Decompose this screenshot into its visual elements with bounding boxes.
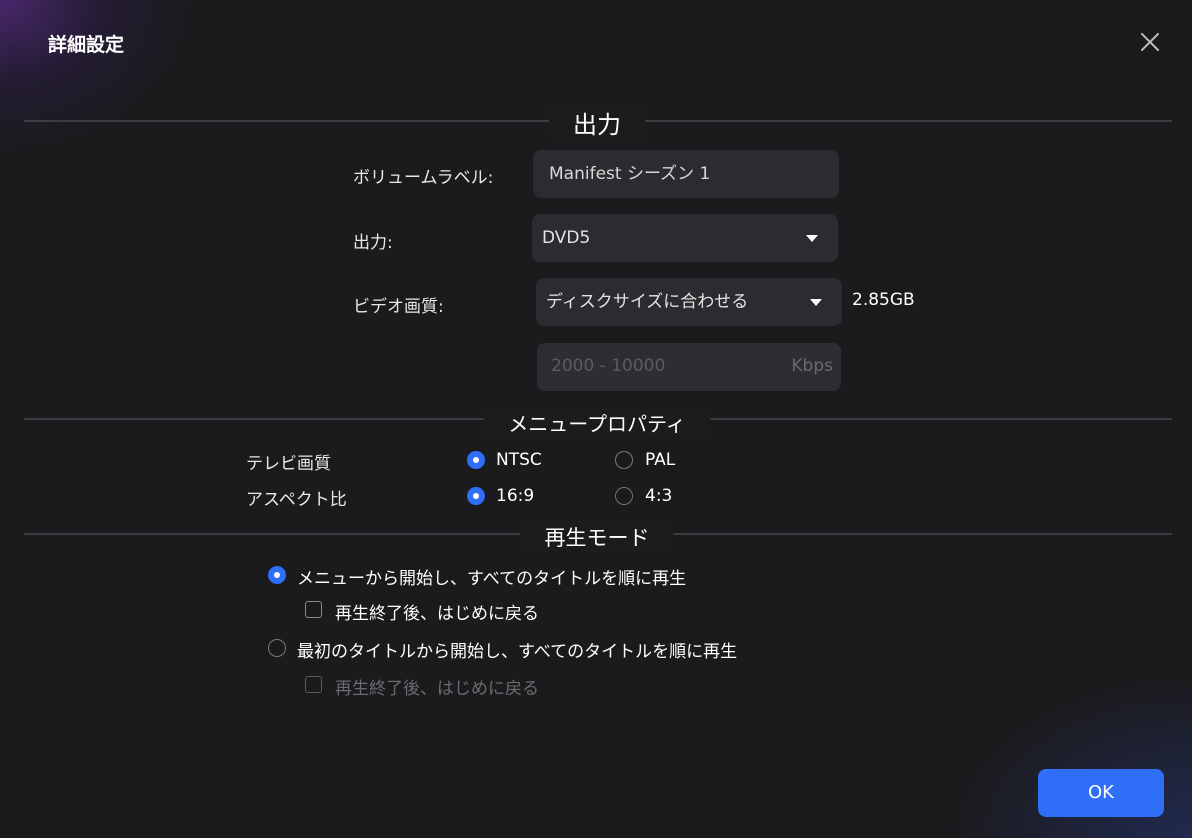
radio-16-9[interactable]: [467, 487, 485, 505]
radio-start-from-menu[interactable]: [268, 566, 286, 584]
radio-start-from-first-title[interactable]: [268, 639, 286, 657]
caret-down-icon: [810, 299, 822, 306]
video-quality-select[interactable]: ディスクサイズに合わせる: [536, 278, 842, 326]
radio-ntsc-label: NTSC: [496, 450, 542, 470]
radio-pal-label: PAL: [645, 450, 676, 470]
radio-ntsc[interactable]: [467, 451, 485, 469]
checkbox-return-to-start-2-label: 再生終了後、はじめに戻る: [335, 679, 539, 699]
dialog-title: 詳細設定: [48, 34, 125, 56]
radio-start-from-menu-label: メニューから開始し、すべてのタイトルを順に再生: [297, 569, 687, 589]
video-quality-label: ビデオ画質:: [353, 297, 444, 317]
radio-16-9-label: 16:9: [496, 486, 535, 506]
output-section-heading: 出力: [549, 105, 645, 140]
menu-section-heading: メニュープロパティ: [484, 408, 710, 437]
volume-label-label: ボリュームラベル:: [353, 168, 494, 188]
caret-down-icon: [806, 235, 818, 242]
aspect-ratio-label: アスペクト比: [246, 490, 347, 510]
output-select-value: DVD5: [542, 228, 591, 248]
checkbox-return-to-start-1[interactable]: [305, 601, 322, 618]
volume-label-input[interactable]: Manifest シーズン 1: [533, 150, 839, 198]
bitrate-placeholder: 2000 - 10000: [551, 356, 666, 376]
checkbox-return-to-start-2[interactable]: [305, 676, 322, 693]
video-quality-select-value: ディスクサイズに合わせる: [546, 292, 749, 312]
close-icon: [1141, 33, 1159, 51]
radio-pal[interactable]: [615, 451, 633, 469]
bitrate-input[interactable]: 2000 - 10000 Kbps: [537, 343, 841, 391]
advanced-settings-dialog: 詳細設定 出力 ボリュームラベル: Manifest シーズン 1 出力: DV…: [0, 0, 1192, 838]
output-label: 出力:: [353, 233, 393, 253]
radio-4-3[interactable]: [615, 487, 633, 505]
ok-button[interactable]: OK: [1038, 769, 1164, 817]
radio-start-from-first-title-label: 最初のタイトルから開始し、すべてのタイトルを順に再生: [297, 642, 738, 662]
bitrate-unit: Kbps: [791, 356, 833, 376]
radio-4-3-label: 4:3: [645, 486, 673, 506]
output-select[interactable]: DVD5: [532, 214, 838, 262]
tv-standard-label: テレビ画質: [246, 454, 331, 474]
checkbox-return-to-start-1-label: 再生終了後、はじめに戻る: [335, 604, 539, 624]
estimated-size: 2.85GB: [852, 290, 915, 310]
playback-section-heading: 再生モード: [520, 522, 674, 552]
close-button[interactable]: [1138, 30, 1162, 54]
